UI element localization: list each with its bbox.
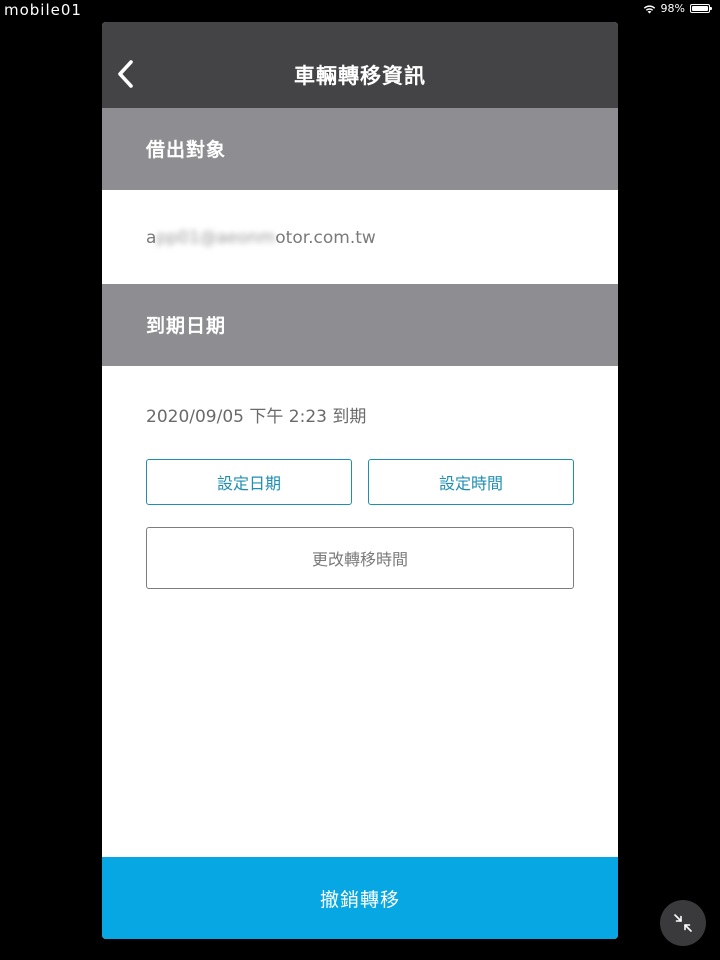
wifi-icon [643, 4, 655, 13]
collapse-arrows-icon [674, 914, 692, 932]
watermark-logo: mobile01 [4, 1, 82, 19]
email-prefix: a [146, 228, 157, 248]
set-date-button[interactable]: 設定日期 [146, 459, 352, 505]
expiry-section-header: 到期日期 [102, 284, 618, 366]
battery-icon [690, 4, 712, 13]
change-transfer-time-button[interactable]: 更改轉移時間 [146, 527, 574, 589]
email-obscured: pp01@aeonm [156, 228, 276, 248]
vehicle-transfer-sheet: 車輛轉移資訊 借出對象 app01@aeonmotor.com.tw 到期日期 … [102, 22, 618, 939]
borrower-section-header: 借出對象 [102, 108, 618, 190]
status-indicators: 98% [643, 2, 712, 15]
page-title: 車輛轉移資訊 [294, 64, 426, 88]
borrower-header-label: 借出對象 [146, 139, 227, 161]
revoke-transfer-button[interactable]: 撤銷轉移 [102, 857, 618, 939]
minimize-button[interactable] [660, 900, 706, 946]
expiry-content: 2020/09/05 下午 2:23 到期 設定日期 設定時間 更改轉移時間 [102, 366, 618, 856]
navigation-bar: 車輛轉移資訊 [102, 22, 618, 108]
expiry-header-label: 到期日期 [146, 315, 227, 337]
borrower-row: app01@aeonmotor.com.tw [102, 190, 618, 284]
email-suffix: otor.com.tw [275, 228, 376, 248]
set-time-button[interactable]: 設定時間 [368, 459, 574, 505]
battery-percentage: 98% [660, 2, 685, 15]
borrower-email: app01@aeonmotor.com.tw [146, 228, 376, 248]
expiry-datetime: 2020/09/05 下午 2:23 到期 [146, 407, 367, 427]
status-bar: mobile01 98% [0, 0, 720, 20]
